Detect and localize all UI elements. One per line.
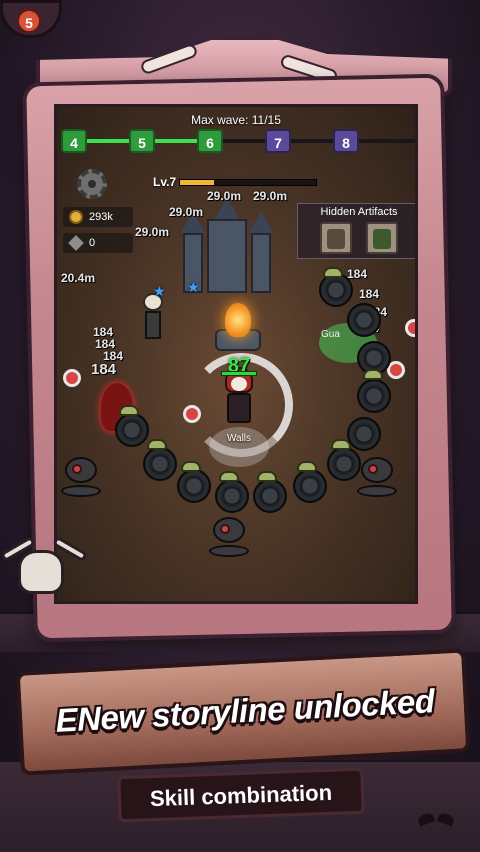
star-icon: ★ (187, 279, 200, 295)
artifact-icon[interactable] (320, 222, 352, 254)
frog-defender (219, 471, 239, 482)
damage-number: 29.0m (253, 189, 288, 203)
tire-wall (143, 447, 177, 481)
turret (59, 457, 103, 497)
tire-wall (177, 469, 211, 503)
gear-icon[interactable] (77, 169, 107, 199)
coin-icon (69, 210, 83, 224)
tire-wall (115, 413, 149, 447)
coin-counter: 293k (63, 207, 133, 227)
tire-wall (357, 379, 391, 413)
wave-node: 5 (129, 129, 155, 153)
tire-wall (215, 479, 249, 513)
lamp-counter: 5 (17, 9, 41, 33)
xp-bar (179, 179, 317, 186)
turret-eye (368, 464, 378, 474)
gem-icon (68, 235, 84, 251)
wave-node: 7 (265, 129, 291, 153)
turret-base (61, 485, 101, 497)
turret (207, 517, 251, 557)
frog-defender (331, 439, 351, 450)
star-icon: ★ (153, 283, 166, 299)
game-screen: Max wave: 11/15 4 5 6 7 8 Lv.7 293k 0 Hidden… (54, 104, 418, 604)
walls-label: Walls (226, 433, 252, 444)
target-marker (405, 319, 415, 337)
castle-keep (207, 219, 247, 293)
damage-number: 29.0m (207, 189, 242, 203)
damage-number: 29.0m (135, 225, 170, 239)
skull-icon (0, 535, 92, 612)
hero-face (231, 377, 247, 391)
frog-defender (257, 471, 277, 482)
flame-crystal (225, 303, 251, 337)
bat-icon (418, 810, 454, 830)
game-stage: 5 Max wave: 11/15 4 5 6 7 8 Lv.7 293k 0 Hidd… (0, 0, 480, 852)
turret-eye (220, 524, 230, 534)
gem-value: 0 (89, 237, 96, 249)
lamp-icon: 5 (0, 0, 62, 38)
castle-tower (251, 233, 271, 293)
hero-body (227, 393, 251, 423)
damage-number: 184 (347, 267, 368, 281)
wave-node: 6 (197, 129, 223, 153)
frog-defender (181, 461, 201, 472)
frog-defender (119, 405, 139, 416)
damage-number: 184 (359, 287, 380, 301)
frog-defender (323, 267, 343, 278)
frog-defender (297, 461, 317, 472)
turret-base (209, 545, 249, 557)
skull-head (18, 550, 64, 594)
hidden-artifacts-title: Hidden Artifacts (320, 206, 398, 218)
hero-hp-bar (221, 371, 257, 376)
turret-base (357, 485, 397, 497)
artifact-icon[interactable] (366, 222, 398, 254)
turret (355, 457, 399, 497)
castle-roof (249, 211, 273, 233)
coin-value: 293k (89, 211, 113, 223)
frog-defender (147, 439, 167, 450)
promo-banner: ENew storyline unlocked (15, 640, 471, 780)
tire-wall (319, 273, 353, 307)
damage-number: 184 (91, 361, 117, 378)
level-label: Lv.7 (153, 175, 177, 189)
tire-wall (347, 417, 381, 451)
skeleton-body (145, 311, 161, 339)
tire-wall (253, 479, 287, 513)
skeleton-enemy (137, 293, 167, 343)
frog-defender (363, 369, 383, 380)
banner-subtitle: Skill combination (149, 779, 333, 812)
max-wave-label: Max wave: 11/15 (191, 113, 281, 127)
xp-fill (180, 180, 214, 185)
damage-number: 20.4m (61, 271, 96, 285)
turret-eye (72, 464, 82, 474)
wave-node: 8 (333, 129, 359, 153)
guard-label: Gua (321, 329, 340, 340)
damage-number: 29.0m (169, 205, 204, 219)
tire-wall (293, 469, 327, 503)
target-marker (63, 369, 81, 387)
hidden-artifacts-panel[interactable]: Hidden Artifacts (297, 203, 415, 259)
tire-wall (347, 303, 381, 337)
wave-node: 4 (61, 129, 87, 153)
gem-counter: 0 (63, 233, 133, 253)
subtitle-plate: Skill combination (117, 767, 365, 823)
